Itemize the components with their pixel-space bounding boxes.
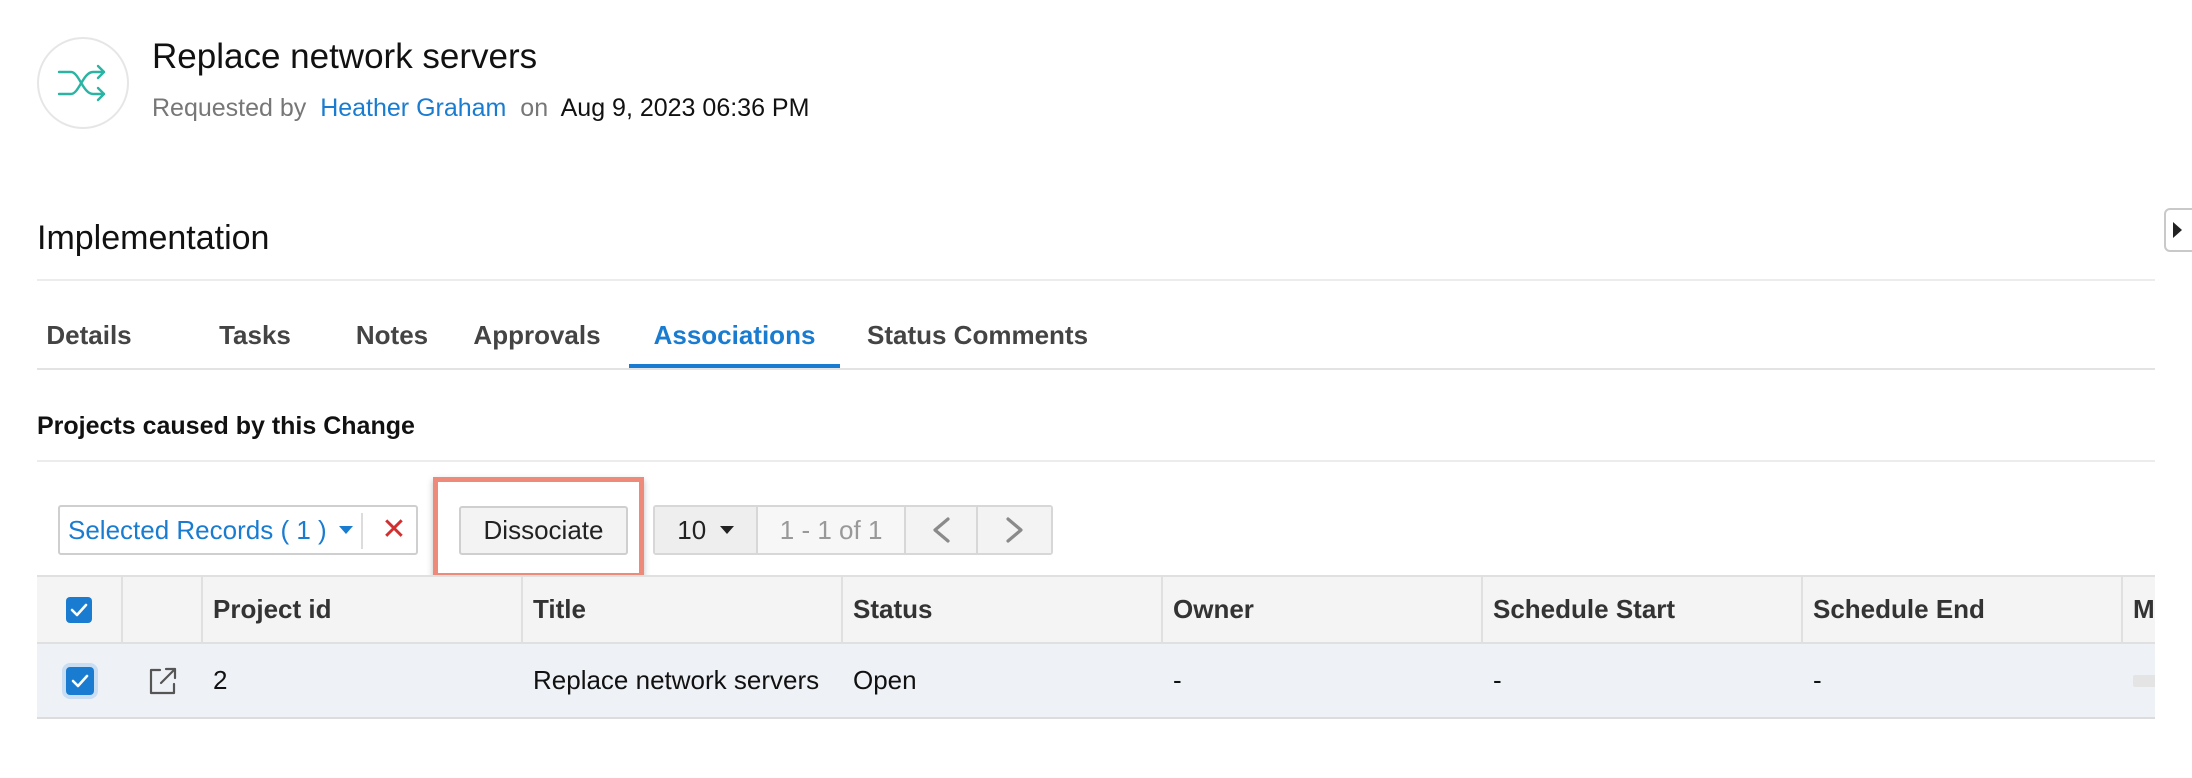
on-label: on [520, 94, 549, 122]
page-size-select[interactable]: 10 [655, 507, 759, 553]
prev-page-button[interactable] [905, 507, 979, 553]
column-header[interactable]: Milestones [2123, 577, 2155, 642]
column-header[interactable]: Project id [203, 577, 523, 642]
selected-records-label: Selected Records ( 1 ) [68, 514, 327, 545]
chevron-right-icon [1006, 517, 1023, 543]
tab-status-comments[interactable]: Status Comments [867, 300, 1088, 370]
tab-associations[interactable]: Associations [629, 300, 840, 370]
close-icon[interactable]: ✕ [372, 507, 416, 553]
cell-title: Replace network servers [533, 665, 820, 695]
cell-schedule-end: - [1813, 665, 1822, 695]
section-title: Implementation [37, 219, 270, 257]
chevron-left-icon [933, 517, 950, 543]
cell-project-id: 2 [213, 665, 228, 695]
table-header-row: Project id Title Status Owner Schedule S… [37, 575, 2155, 644]
divider [37, 368, 2155, 370]
cell-schedule-start: - [1493, 665, 1502, 695]
divider [37, 279, 2155, 281]
cell-status: Open [853, 665, 917, 695]
column-header[interactable]: Schedule End [1803, 577, 2123, 642]
subsection-title: Projects caused by this Change [37, 412, 415, 440]
tab-notes[interactable]: Notes [344, 300, 440, 370]
chevron-down-icon [720, 526, 735, 534]
tab-tasks[interactable]: Tasks [207, 300, 303, 370]
page-range: 1 - 1 of 1 [758, 507, 906, 553]
tab-bar: Details Tasks Notes Approvals Associatio… [37, 300, 2155, 370]
column-header[interactable]: Title [523, 577, 843, 642]
page-size-value: 10 [677, 514, 707, 545]
divider [361, 513, 363, 549]
pagination: 10 1 - 1 of 1 [653, 505, 1053, 555]
external-link-icon [149, 667, 177, 694]
row-checkbox[interactable] [66, 666, 94, 695]
milestone-progress-bar [2133, 674, 2155, 687]
side-panel-toggle[interactable] [2164, 208, 2192, 252]
requested-date: Aug 9, 2023 06:36 PM [560, 94, 810, 122]
caret-right-icon [2172, 222, 2182, 238]
table-row[interactable]: 2 Replace network servers Open - - - [37, 644, 2155, 719]
next-page-button[interactable] [978, 507, 1051, 553]
selected-records-dropdown[interactable]: Selected Records ( 1 ) ✕ [58, 505, 418, 555]
requester-link[interactable]: Heather Graham [320, 94, 506, 122]
action-column-header [123, 577, 203, 642]
select-all-checkbox[interactable] [66, 596, 92, 623]
shuffle-icon [37, 37, 129, 129]
chevron-down-icon [338, 526, 353, 534]
tab-approvals[interactable]: Approvals [467, 300, 607, 370]
column-header[interactable]: Owner [1163, 577, 1483, 642]
row-select-cell [37, 644, 123, 717]
cell-milestones [2123, 644, 2155, 717]
tab-details[interactable]: Details [37, 300, 141, 370]
change-header: Replace network servers Requested by Hea… [37, 37, 1237, 133]
column-header[interactable]: Schedule Start [1483, 577, 1803, 642]
open-record-cell [123, 644, 203, 717]
requested-by-label: Requested by [152, 94, 307, 122]
projects-table: Project id Title Status Owner Schedule S… [37, 575, 2155, 721]
page-title: Replace network servers [152, 37, 538, 76]
select-all-cell [37, 577, 123, 642]
divider [37, 460, 2155, 462]
request-meta: Requested by Heather Graham on Aug 9, 20… [152, 93, 809, 123]
dissociate-button[interactable]: Dissociate [459, 506, 628, 555]
column-header[interactable]: Status [843, 577, 1163, 642]
cell-owner: - [1173, 665, 1182, 695]
